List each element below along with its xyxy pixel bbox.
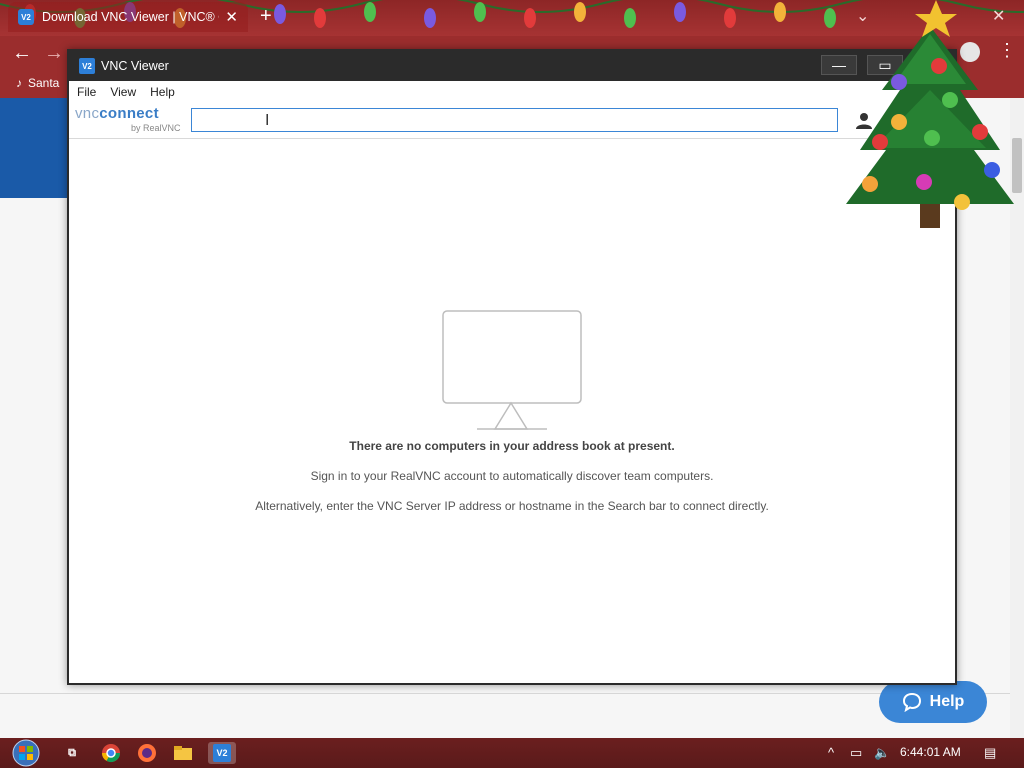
- text-cursor-icon: I: [265, 112, 270, 129]
- help-label: Help: [929, 693, 965, 710]
- empty-state-line-1: Sign in to your RealVNC account to autom…: [310, 469, 714, 483]
- browser-tab[interactable]: V2 Download VNC Viewer | VNC® C ✕: [8, 2, 248, 32]
- page-header-block: [0, 98, 70, 198]
- new-tab-icon[interactable]: +: [260, 5, 272, 28]
- volume-icon[interactable]: 🔈: [874, 745, 890, 761]
- bookmark-label: Santa: [28, 76, 60, 90]
- menu-file[interactable]: File: [77, 85, 96, 99]
- vnc-taskbar-icon: V2: [213, 744, 231, 762]
- page-divider: [0, 693, 1010, 694]
- chevron-up-icon[interactable]: ^: [828, 745, 834, 760]
- bookmark-icon: ♪: [16, 76, 22, 90]
- firefox-icon[interactable]: [136, 742, 158, 764]
- file-explorer-icon[interactable]: [172, 742, 194, 764]
- bookmark-item[interactable]: ♪ Santa: [16, 76, 59, 90]
- christmas-tree-decoration: [846, 0, 1014, 228]
- back-arrow-icon[interactable]: ←: [12, 42, 32, 65]
- vnc-viewer-taskbar-button[interactable]: V2: [208, 742, 236, 764]
- vnc-viewer-window: V2 VNC Viewer — ▭ File View Help vncconn…: [67, 49, 957, 685]
- taskbar: ⧉ V2 ^ ▭ 🔈 6:44:01 AM ▤: [0, 738, 1024, 768]
- monitor-icon: [442, 310, 582, 430]
- vnc-app-icon: V2: [79, 58, 95, 74]
- help-chat-button[interactable]: Help: [879, 681, 987, 723]
- taskbar-clock[interactable]: 6:44:01 AM: [900, 745, 961, 759]
- network-icon[interactable]: ▭: [850, 745, 862, 761]
- browser-tab-title: Download VNC Viewer | VNC® C: [42, 10, 220, 24]
- logo-text: vncconnect: [75, 105, 159, 122]
- menu-view[interactable]: View: [110, 85, 136, 99]
- address-book-area: There are no computers in your address b…: [69, 139, 955, 683]
- menu-help[interactable]: Help: [150, 85, 175, 99]
- vnc-connect-logo: vncconnect by RealVNC: [75, 105, 185, 135]
- empty-state-title: There are no computers in your address b…: [349, 439, 675, 453]
- vnc-title-bar[interactable]: V2 VNC Viewer — ▭: [69, 51, 955, 81]
- logo-subtitle: by RealVNC: [131, 123, 181, 133]
- chat-bubble-icon: [902, 692, 921, 712]
- chrome-icon[interactable]: [100, 742, 122, 764]
- vnc-toolbar: vncconnect by RealVNC I: [69, 103, 955, 139]
- close-tab-icon[interactable]: ✕: [225, 8, 238, 26]
- empty-state-line-2: Alternatively, enter the VNC Server IP a…: [255, 499, 769, 513]
- vnc-menu-bar: File View Help: [69, 81, 955, 103]
- task-view-icon[interactable]: ⧉: [61, 742, 83, 764]
- notifications-icon[interactable]: ▤: [984, 745, 996, 761]
- search-input[interactable]: [191, 108, 838, 132]
- forward-arrow-icon[interactable]: →: [44, 42, 64, 65]
- start-button-icon[interactable]: [6, 738, 46, 768]
- vnc-favicon-icon: V2: [18, 9, 34, 25]
- window-title: VNC Viewer: [101, 59, 169, 73]
